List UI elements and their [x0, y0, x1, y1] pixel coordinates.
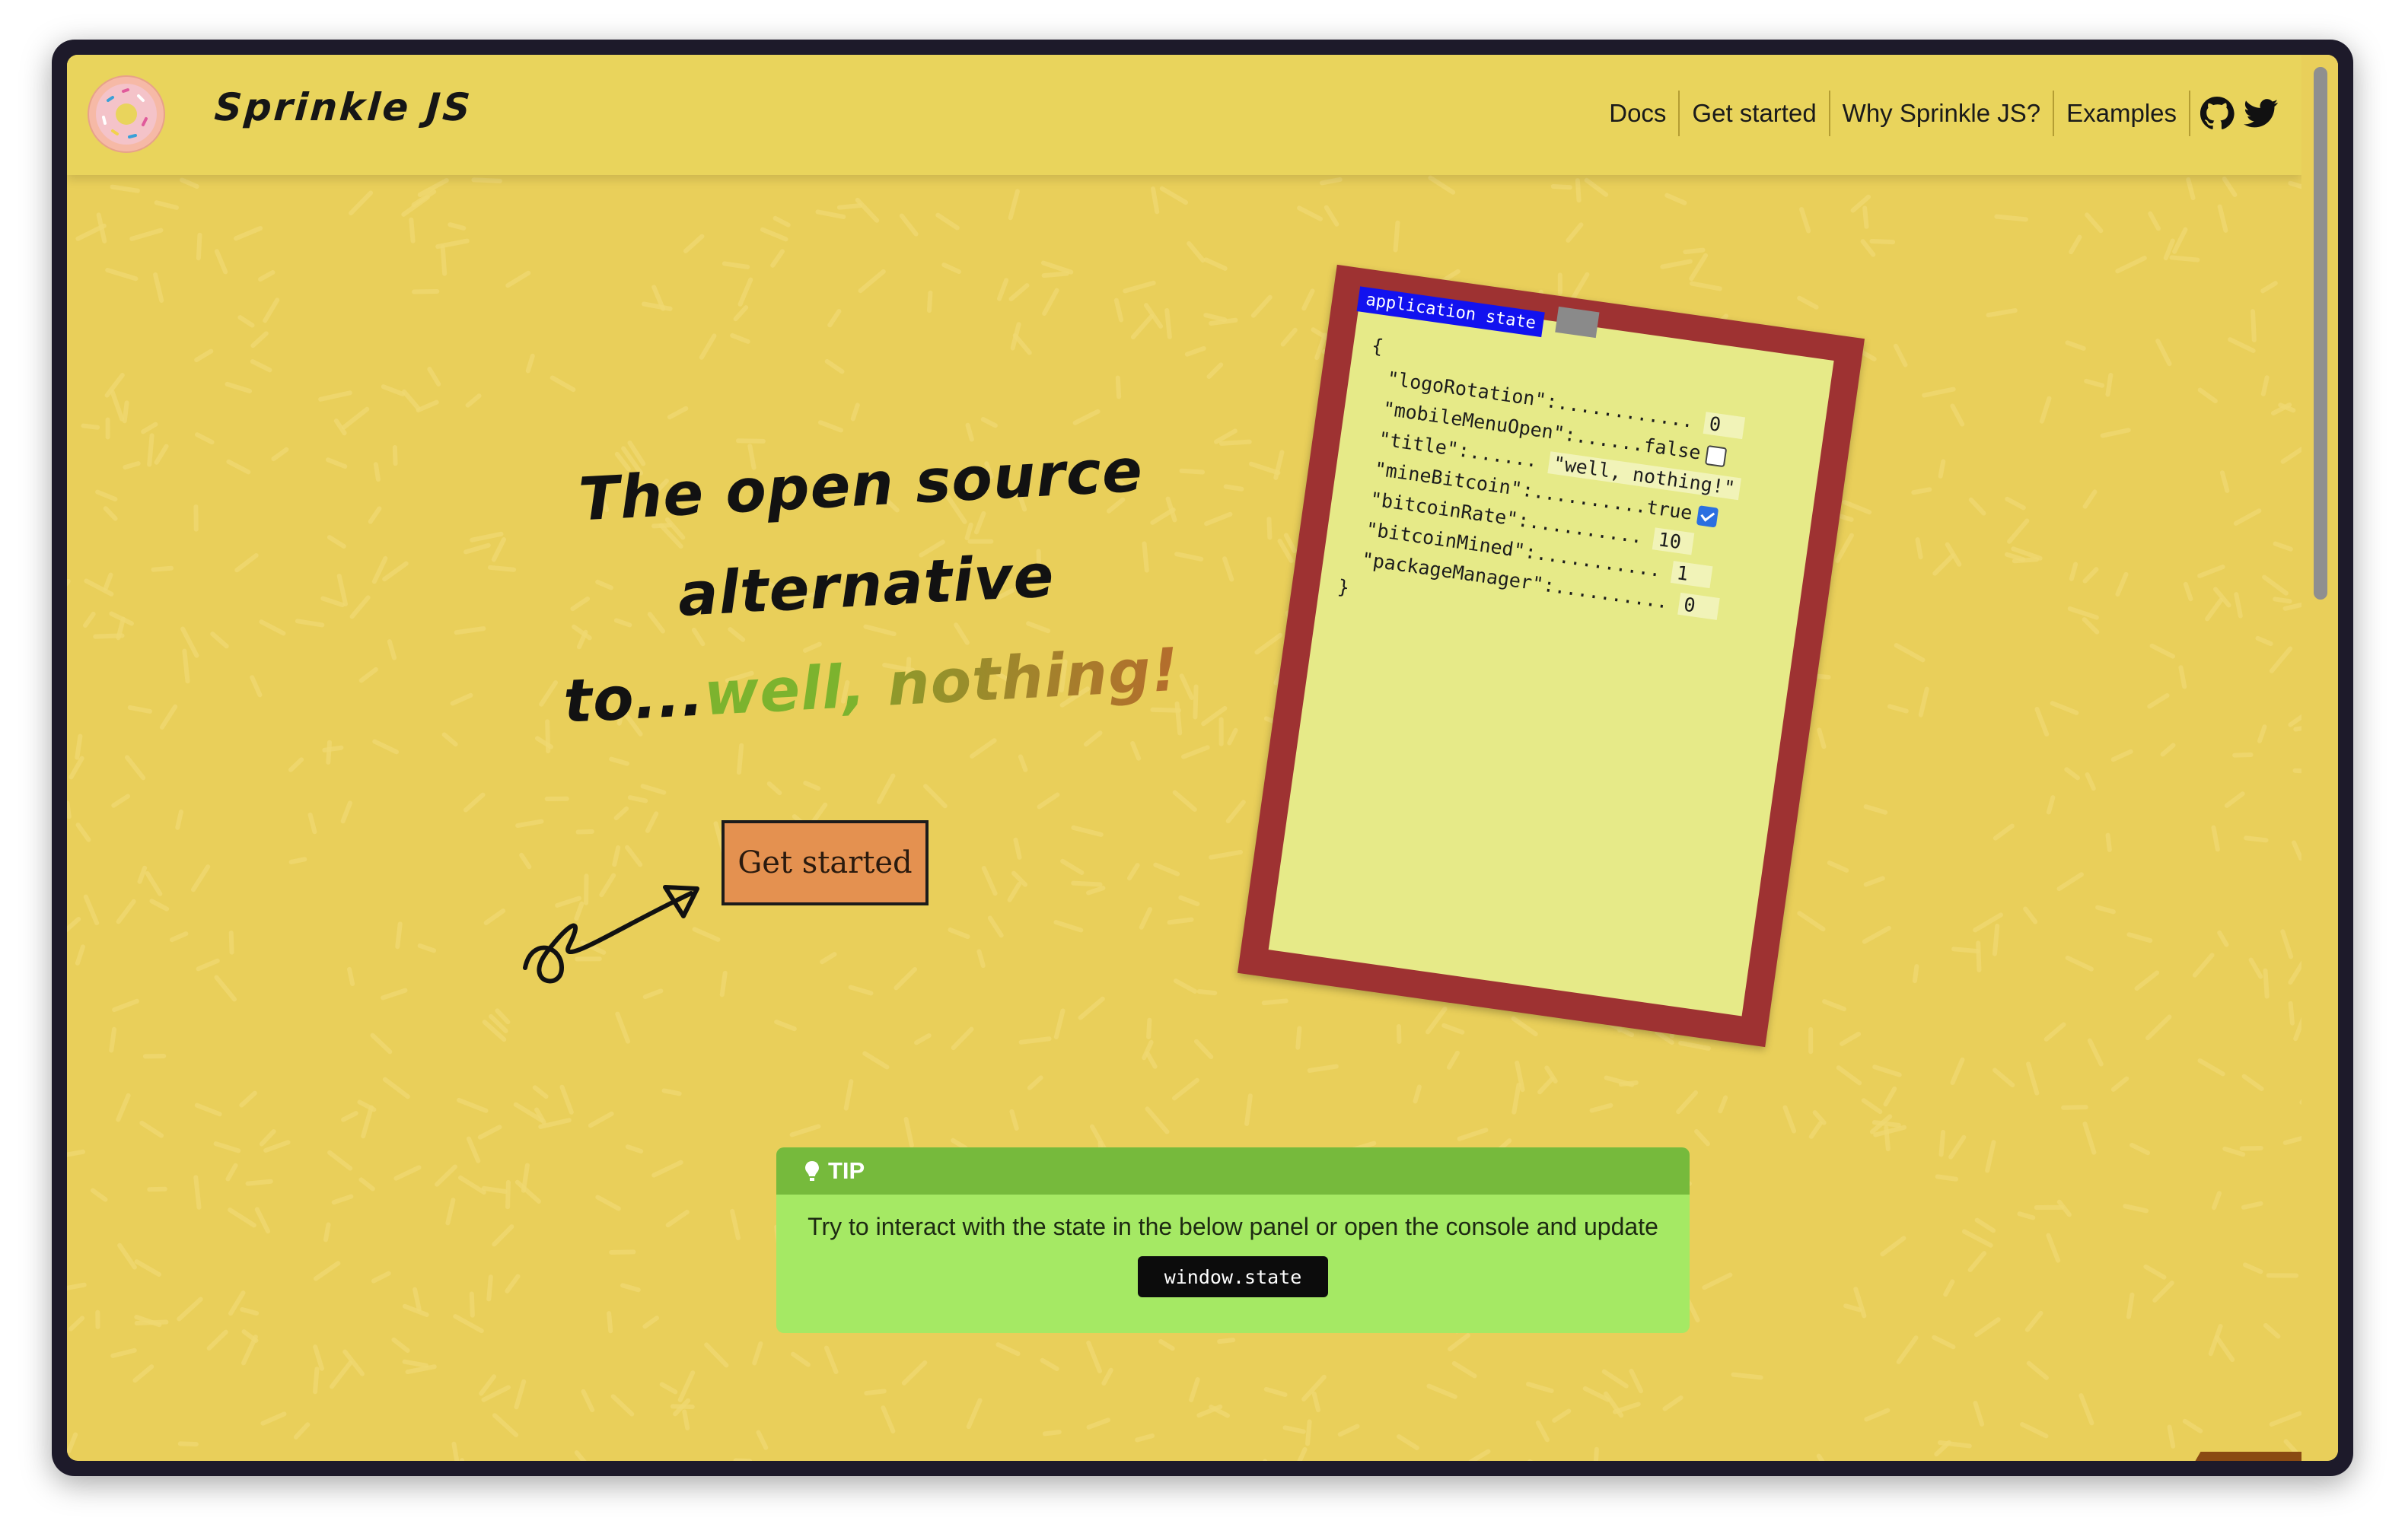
navbar: Sprinkle JS Docs Get started Why Sprinkl…	[67, 55, 2301, 175]
open-brace: {	[1370, 334, 1385, 358]
mine-bitcoin-checkbox[interactable]	[1696, 505, 1719, 528]
state-value-input[interactable]: 10	[1652, 527, 1695, 555]
state-value: false	[1642, 434, 1703, 464]
nav-links: Docs Get started Why Sprinkle JS? Exampl…	[1597, 87, 2279, 140]
state-value-input[interactable]: 0	[1703, 412, 1746, 440]
nav-link-docs[interactable]: Docs	[1597, 91, 1680, 136]
nav-link-examples[interactable]: Examples	[2054, 91, 2190, 136]
state-value: true	[1645, 495, 1694, 524]
nav-link-why[interactable]: Why Sprinkle JS?	[1830, 91, 2055, 136]
tip-text: Try to interact with the state in the be…	[808, 1213, 1658, 1240]
donut-logo-icon[interactable]	[85, 73, 167, 155]
state-paper: application state { "logoRotation":.....…	[1268, 286, 1834, 1017]
page-viewport: Sprinkle JS Docs Get started Why Sprinkl…	[67, 55, 2338, 1461]
tip-code: window.state	[1138, 1256, 1328, 1297]
lightbulb-icon	[805, 1161, 819, 1181]
state-key: "title":	[1377, 427, 1471, 463]
state-value-input[interactable]: 1	[1671, 561, 1713, 589]
scrollbar-thumb[interactable]	[2314, 67, 2327, 600]
hero-headline: The open source alternative to...well, n…	[516, 418, 1215, 755]
page-corner-decoration	[2195, 1452, 2308, 1461]
github-icon[interactable]	[2200, 96, 2235, 131]
clipboard-clamp	[1555, 306, 1600, 339]
headline-green: well,	[702, 652, 868, 730]
mobile-menu-checkbox[interactable]	[1705, 444, 1728, 468]
close-brace: }	[1336, 575, 1351, 600]
scrollbar[interactable]	[2301, 55, 2338, 1461]
get-started-button[interactable]: Get started	[722, 820, 929, 905]
headline-gradient: nothing!	[885, 635, 1181, 720]
brand-name[interactable]: Sprinkle JS	[213, 85, 474, 129]
state-dots: ......	[1574, 424, 1645, 457]
state-dots: ..........	[1553, 574, 1670, 613]
state-dots: ......	[1467, 440, 1540, 472]
state-tab-label: application state	[1356, 286, 1545, 338]
nav-link-get-started[interactable]: Get started	[1680, 91, 1830, 136]
headline-prefix: to...	[562, 660, 706, 737]
browser-window: Sprinkle JS Docs Get started Why Sprinkl…	[52, 40, 2353, 1476]
state-value-input[interactable]: 0	[1677, 592, 1721, 620]
twitter-icon[interactable]	[2244, 96, 2279, 131]
state-clipboard: application state { "logoRotation":.....…	[1237, 264, 1865, 1048]
tip-box: TIP Try to interact with the state in th…	[776, 1147, 1690, 1333]
squiggle-arrow-icon	[523, 885, 699, 984]
tip-title: TIP	[828, 1157, 865, 1184]
tip-header: TIP	[776, 1147, 1690, 1195]
